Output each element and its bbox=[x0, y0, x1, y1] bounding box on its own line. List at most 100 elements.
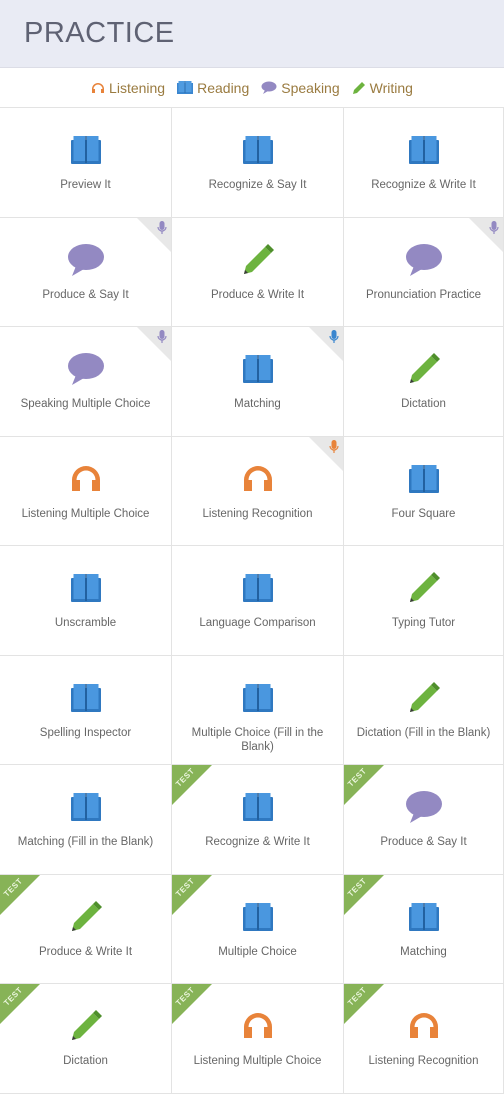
practice-tile[interactable]: Multiple Choice (Fill in the Blank) bbox=[172, 655, 344, 765]
practice-tile[interactable]: Recognize & Write It bbox=[344, 108, 504, 218]
test-ribbon-label: TEST bbox=[174, 985, 197, 1008]
test-ribbon-label: TEST bbox=[346, 875, 369, 899]
practice-tile[interactable]: Speaking Multiple Choice bbox=[0, 327, 172, 437]
tile-label: Recognize & Write It bbox=[371, 179, 476, 191]
book-icon bbox=[242, 349, 273, 389]
practice-tile[interactable]: TEST Dictation bbox=[0, 984, 172, 1094]
practice-tile[interactable]: Produce & Say It bbox=[0, 217, 172, 327]
practice-tile[interactable]: Matching bbox=[172, 327, 344, 437]
book-icon bbox=[242, 678, 273, 718]
practice-tile[interactable]: TEST Produce & Write It bbox=[0, 874, 172, 984]
page-header: PRACTICE bbox=[0, 0, 504, 68]
practice-tile[interactable]: Listening Recognition bbox=[172, 436, 344, 546]
practice-tile[interactable]: Language Comparison bbox=[172, 546, 344, 656]
book-icon bbox=[242, 897, 273, 937]
book-icon bbox=[70, 568, 101, 608]
tile-label: Unscramble bbox=[54, 617, 117, 629]
microphone-icon bbox=[489, 220, 499, 240]
test-ribbon-label: TEST bbox=[174, 766, 197, 789]
practice-tile[interactable]: TEST Produce & Say It bbox=[344, 765, 504, 875]
legend-label: Listening bbox=[109, 79, 166, 96]
practice-tile[interactable]: Preview It bbox=[0, 108, 172, 218]
legend-reading: Reading bbox=[177, 80, 249, 96]
test-ribbon: TEST bbox=[172, 874, 212, 915]
headphones-icon bbox=[408, 1006, 440, 1046]
practice-tile[interactable]: Listening Multiple Choice bbox=[0, 436, 172, 546]
tile-label: Produce & Write It bbox=[210, 288, 305, 301]
practice-tile[interactable]: TEST Listening Recognition bbox=[344, 984, 504, 1094]
speech-bubble-icon bbox=[67, 349, 105, 389]
practice-tile[interactable]: Spelling Inspector bbox=[0, 655, 172, 765]
book-icon bbox=[242, 787, 273, 827]
practice-tile[interactable]: Pronunciation Practice bbox=[344, 217, 504, 327]
tile-label: Produce & Say It bbox=[380, 836, 467, 848]
headphones-icon bbox=[70, 459, 102, 499]
microphone-corner bbox=[137, 327, 171, 361]
microphone-icon bbox=[157, 330, 167, 349]
practice-tile[interactable]: Typing Tutor bbox=[344, 546, 504, 656]
practice-tile[interactable]: Dictation bbox=[344, 327, 504, 437]
speech-bubble-icon bbox=[405, 240, 443, 280]
test-ribbon: TEST bbox=[0, 984, 40, 1024]
tile-label: Listening Multiple Choice bbox=[193, 1055, 322, 1067]
test-ribbon: TEST bbox=[172, 765, 212, 805]
practice-tile[interactable]: TEST Multiple Choice bbox=[172, 874, 344, 984]
test-ribbon-label: TEST bbox=[2, 985, 25, 1008]
practice-tile[interactable]: Four Square bbox=[344, 436, 504, 546]
legend-label: Writing bbox=[369, 79, 413, 96]
tile-label: Dictation bbox=[63, 1055, 108, 1067]
pencil-icon bbox=[241, 240, 275, 280]
test-ribbon: TEST bbox=[172, 984, 212, 1024]
test-ribbon: TEST bbox=[344, 874, 384, 915]
legend-listening: Listening bbox=[91, 80, 165, 96]
speech-bubble-icon bbox=[261, 81, 277, 94]
microphone-icon bbox=[329, 439, 339, 459]
tile-label: Spelling Inspector bbox=[39, 726, 132, 739]
tile-label: Matching bbox=[400, 945, 447, 958]
legend-label: Speaking bbox=[281, 79, 340, 96]
practice-tile[interactable]: Unscramble bbox=[0, 546, 172, 656]
book-icon bbox=[70, 787, 101, 827]
pencil-icon bbox=[407, 568, 441, 608]
tile-label: Four Square bbox=[391, 507, 456, 520]
pencil-icon bbox=[69, 1006, 103, 1046]
pencil-icon bbox=[69, 897, 103, 937]
page-title: PRACTICE bbox=[24, 17, 175, 49]
practice-tile[interactable]: TEST Matching bbox=[344, 874, 504, 984]
practice-tile[interactable]: Produce & Write It bbox=[172, 217, 344, 327]
test-ribbon: TEST bbox=[344, 765, 384, 805]
microphone-corner bbox=[469, 217, 503, 252]
tile-label: Produce & Say It bbox=[42, 288, 129, 301]
test-ribbon-label: TEST bbox=[174, 875, 197, 899]
microphone-corner bbox=[309, 327, 343, 361]
book-icon bbox=[242, 130, 273, 170]
book-icon bbox=[177, 81, 194, 94]
book-icon bbox=[70, 678, 101, 718]
microphone-corner bbox=[137, 217, 171, 252]
tile-label: Pronunciation Practice bbox=[365, 288, 482, 301]
tile-label: Dictation (Fill in the Blank) bbox=[356, 726, 491, 739]
pencil-icon bbox=[352, 81, 366, 95]
tile-label: Recognize & Say It bbox=[208, 179, 307, 191]
book-icon bbox=[408, 897, 439, 937]
tile-label: Listening Multiple Choice bbox=[21, 507, 150, 520]
book-icon bbox=[408, 459, 439, 499]
practice-grid: Preview It Recognize & Say It Recognize & … bbox=[0, 108, 504, 1094]
practice-tile[interactable]: TEST Listening Multiple Choice bbox=[172, 984, 344, 1094]
practice-tile[interactable]: Matching (Fill in the Blank) bbox=[0, 765, 172, 875]
legend-label: Reading bbox=[197, 79, 250, 96]
skill-legend: Listening Reading Speaking Writing bbox=[0, 68, 504, 108]
tile-label: Dictation bbox=[401, 398, 446, 410]
practice-tile[interactable]: Dictation (Fill in the Blank) bbox=[344, 655, 504, 765]
speech-bubble-icon bbox=[405, 787, 443, 827]
tile-label: Listening Recognition bbox=[202, 507, 313, 520]
tile-label: Recognize & Write It bbox=[205, 836, 310, 848]
tile-label: Matching bbox=[234, 398, 281, 410]
practice-tile[interactable]: TEST Recognize & Write It bbox=[172, 765, 344, 875]
practice-tile[interactable]: Recognize & Say It bbox=[172, 108, 344, 218]
tile-label: Speaking Multiple Choice bbox=[20, 398, 151, 410]
legend-speaking: Speaking bbox=[261, 79, 340, 96]
headphones-icon bbox=[242, 459, 274, 499]
tile-label: Language Comparison bbox=[199, 617, 316, 629]
test-ribbon: TEST bbox=[344, 984, 384, 1024]
